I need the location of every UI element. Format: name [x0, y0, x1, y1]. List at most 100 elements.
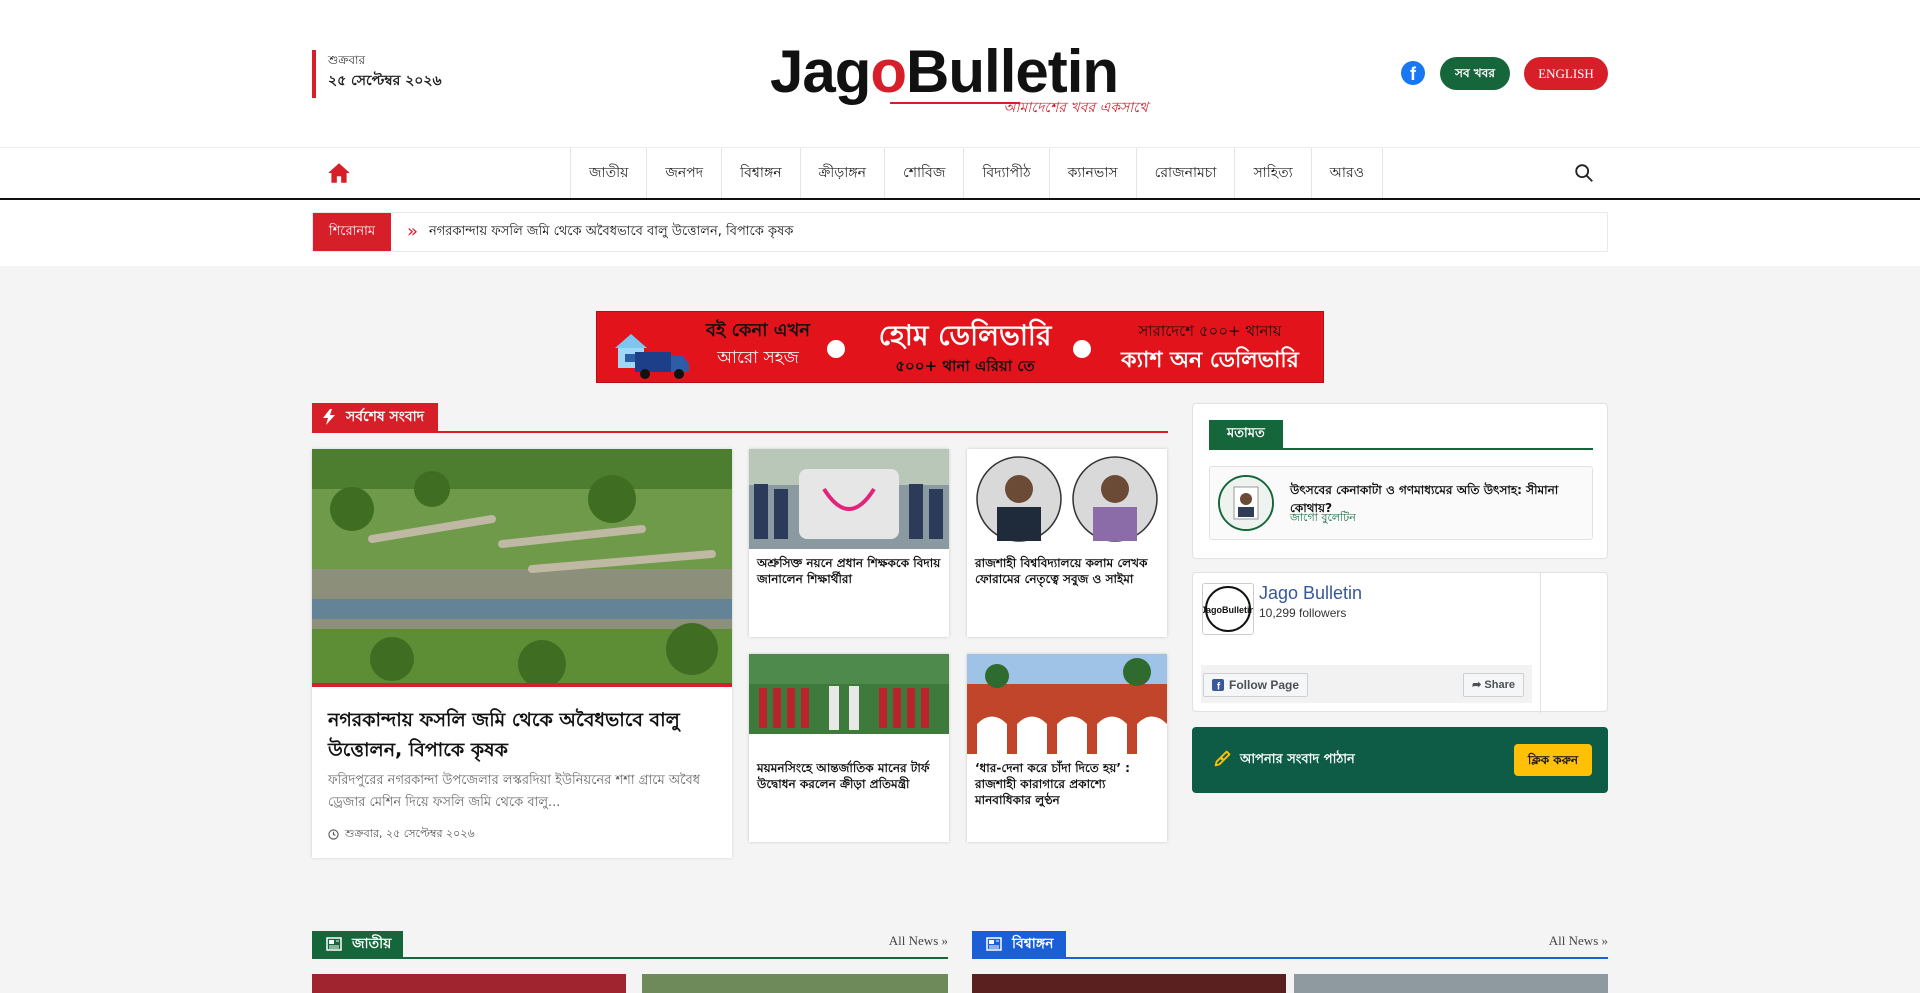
lead-story-date: শুক্রবার, ২৫ সেপ্টেম্বর ২০২৬: [328, 825, 475, 844]
world-section-header: বিশ্বাঙ্গন All News »: [972, 931, 1608, 959]
national-section-tag[interactable]: জাতীয়: [312, 931, 404, 957]
ad-banner[interactable]: বই কেনা এখন আরো সহজ হোম ডেলিভারি ৫০০+ থা…: [596, 311, 1324, 383]
news-thumbnail[interactable]: [642, 974, 948, 993]
facebook-followers: 10,299 followers: [1259, 606, 1347, 620]
nav-item-diary[interactable]: রোজনামচা: [1137, 148, 1236, 198]
facebook-page-widget: JagoBulletin Jago Bulletin 10,299 follow…: [1192, 572, 1608, 713]
headline-ticker: শিরোনাম » নগরকান্দায় ফসলি জমি থেকে অবৈধ…: [312, 212, 1608, 252]
follow-page-button[interactable]: f Follow Page: [1203, 673, 1309, 697]
logo-underline: [890, 102, 1020, 104]
latest-news-label: সর্বশেষ সংবাদ: [346, 409, 425, 425]
share-icon: ➦: [1472, 679, 1485, 691]
svg-text:JagoBulletin: JagoBulletin: [1203, 605, 1253, 615]
share-label: Share: [1484, 679, 1515, 691]
nav-menu: জাতীয় জনপদ বিশ্বাঙ্গন ক্রীড়াঙ্গন শোবিজ…: [570, 148, 1384, 198]
national-section-header: জাতীয় All News »: [312, 931, 948, 959]
opinion-author[interactable]: জাগো বুলেটিন: [1290, 509, 1356, 528]
world-section-tag[interactable]: বিশ্বাঙ্গন: [972, 931, 1066, 957]
opinion-item[interactable]: উৎসবের কেনাকাটা ও গণমাধ্যমের অতি উৎসাহ: …: [1209, 466, 1593, 540]
nav-item-world[interactable]: বিশ্বাঙ্গন: [722, 148, 801, 198]
newspaper-icon: [986, 937, 1002, 951]
date-day: শুক্রবার: [328, 53, 366, 67]
avatar: [1218, 475, 1274, 531]
site-header: শুক্রবার ২৫ সেপ্টেম্বর ২০২৬ JagoBulletin…: [0, 0, 1920, 148]
follow-page-label: Follow Page: [1229, 678, 1300, 692]
news-card[interactable]: অশ্রুসিক্ত নয়নে প্রধান শিক্ষককে বিদায় …: [749, 449, 949, 637]
lead-story-date-text: শুক্রবার, ২৫ সেপ্টেম্বর ২০২৬: [345, 827, 475, 840]
news-card-image[interactable]: [749, 449, 949, 549]
nav-item-country[interactable]: জনপদ: [647, 148, 723, 198]
delivery-van-icon: [615, 334, 689, 379]
lightning-icon: [323, 409, 335, 425]
news-card[interactable]: রাজশাহী বিশ্ববিদ্যালয়ে কলাম লেখক ফোরামে…: [967, 449, 1167, 637]
logo-tagline: আমাদেশের খবর একসাথে: [1003, 100, 1148, 116]
news-card-image[interactable]: [967, 449, 1167, 549]
all-news-button[interactable]: সব খবর: [1440, 57, 1510, 90]
farewell-photo: [749, 449, 949, 549]
all-news-link[interactable]: All News »: [889, 933, 948, 949]
portraits-photo: [967, 449, 1167, 549]
ticker-headline[interactable]: নগরকান্দায় ফসলি জমি থেকে অবৈধভাবে বালু …: [429, 213, 793, 251]
pen-icon: [1214, 750, 1231, 767]
facebook-icon: f: [1212, 679, 1224, 691]
lead-story-summary: ফরিদপুরের নগরকান্দা উপজেলার লস্করদিয়া ই…: [328, 773, 701, 810]
nav-item-showbiz[interactable]: শোবিজ: [885, 148, 965, 198]
double-chevron-icon: »: [407, 221, 419, 242]
lead-story-title[interactable]: নগরকান্দায় ফসলি জমি থেকে অবৈধভাবে বালু …: [328, 705, 718, 765]
date-full: ২৫ সেপ্টেম্বর ২০২৬: [328, 73, 442, 89]
logo-wordmark: JagoBulletin: [770, 38, 1119, 105]
home-icon[interactable]: [326, 160, 352, 186]
ad-line-2b: ৫০০+ থানা এরিয়া তে: [895, 357, 1035, 375]
latest-news-tag[interactable]: সর্বশেষ সংবাদ: [312, 403, 439, 431]
news-card-image[interactable]: [749, 654, 949, 754]
facebook-page-name[interactable]: Jago Bulletin: [1259, 583, 1362, 604]
ad-line-1b: আরো সহজ: [717, 348, 799, 368]
ad-line-1: বই কেনা এখন: [705, 320, 811, 341]
lead-story-image[interactable]: [312, 449, 732, 687]
news-thumbnail[interactable]: [1294, 974, 1608, 993]
lead-story[interactable]: নগরকান্দায় ফসলি জমি থেকে অবৈধভাবে বালু …: [312, 449, 732, 858]
main-nav: জাতীয় জনপদ বিশ্বাঙ্গন ক্রীড়াঙ্গন শোবিজ…: [0, 148, 1920, 200]
send-news-widget: আপনার সংবাদ পাঠান ক্লিক করুন: [1192, 727, 1608, 793]
search-icon[interactable]: [1573, 162, 1595, 184]
news-card[interactable]: ময়মনসিংহে আন্তর্জাতিক মানের টার্ফ উদ্বো…: [749, 654, 949, 842]
double-chevron-icon: »: [941, 933, 949, 948]
nav-item-national[interactable]: জাতীয়: [571, 148, 648, 198]
share-button[interactable]: ➦ Share: [1463, 673, 1524, 697]
world-section-label: বিশ্বাঙ্গন: [1012, 936, 1054, 952]
ad-line-3b: ক্যাশ অন ডেলিভারি: [1121, 348, 1299, 373]
news-card-title[interactable]: ‘ধার-দেনা করে চাঁদা দিতে হয়’ : রাজশাহী …: [975, 760, 1161, 808]
news-card-image[interactable]: [967, 654, 1167, 754]
news-thumbnail[interactable]: [972, 974, 1286, 993]
news-card-title[interactable]: অশ্রুসিক্ত নয়নে প্রধান শিক্ষককে বিদায় …: [757, 555, 943, 587]
prison-photo: [967, 654, 1167, 754]
opinion-widget: মতামত উৎসবের কেনাকাটা ও গণমাধ্যমের অতি উ…: [1192, 403, 1608, 559]
double-chevron-icon: »: [1601, 933, 1609, 948]
nav-item-more[interactable]: আরও: [1312, 148, 1384, 198]
nav-item-literature[interactable]: সাহিত্য: [1235, 148, 1312, 198]
ticker-label: শিরোনাম: [313, 213, 391, 251]
site-logo[interactable]: JagoBulletin আমাদেশের খবর একসাথে: [770, 40, 1150, 120]
ad-line-2: হোম ডেলিভারি: [878, 319, 1052, 352]
news-card[interactable]: ‘ধার-দেনা করে চাঁদা দিতে হয়’ : রাজশাহী …: [967, 654, 1167, 842]
page-logo[interactable]: JagoBulletin: [1202, 583, 1254, 635]
opinion-header: মতামত: [1209, 420, 1593, 450]
newspaper-icon: [326, 937, 342, 951]
news-thumbnail[interactable]: [312, 974, 626, 993]
all-news-link[interactable]: All News »: [1549, 933, 1608, 949]
news-card-title[interactable]: রাজশাহী বিশ্ববিদ্যালয়ে কলাম লেখক ফোরামে…: [975, 555, 1161, 587]
english-button[interactable]: ENGLISH: [1524, 57, 1608, 90]
facebook-plugin: JagoBulletin Jago Bulletin 10,299 follow…: [1201, 573, 1541, 713]
send-news-button[interactable]: ক্লিক করুন: [1514, 744, 1592, 776]
ad-separator-dot: [827, 340, 845, 358]
turf-photo: [749, 654, 949, 754]
nav-item-campus[interactable]: ক্যানভাস: [1050, 148, 1137, 198]
facebook-action-bar: f Follow Page ➦ Share: [1201, 665, 1532, 703]
ad-separator-dot: [1073, 340, 1091, 358]
opinion-tag[interactable]: মতামত: [1209, 420, 1283, 448]
news-card-title[interactable]: ময়মনসিংহে আন্তর্জাতিক মানের টার্ফ উদ্বো…: [757, 760, 943, 792]
nav-item-education[interactable]: বিদ্যাপীঠ: [964, 148, 1050, 198]
nav-item-sports[interactable]: ক্রীড়াঙ্গন: [801, 148, 886, 198]
ticker-bar: শিরোনাম » নগরকান্দায় ফসলি জমি থেকে অবৈধ…: [0, 200, 1920, 266]
facebook-icon[interactable]: f: [1401, 61, 1425, 85]
